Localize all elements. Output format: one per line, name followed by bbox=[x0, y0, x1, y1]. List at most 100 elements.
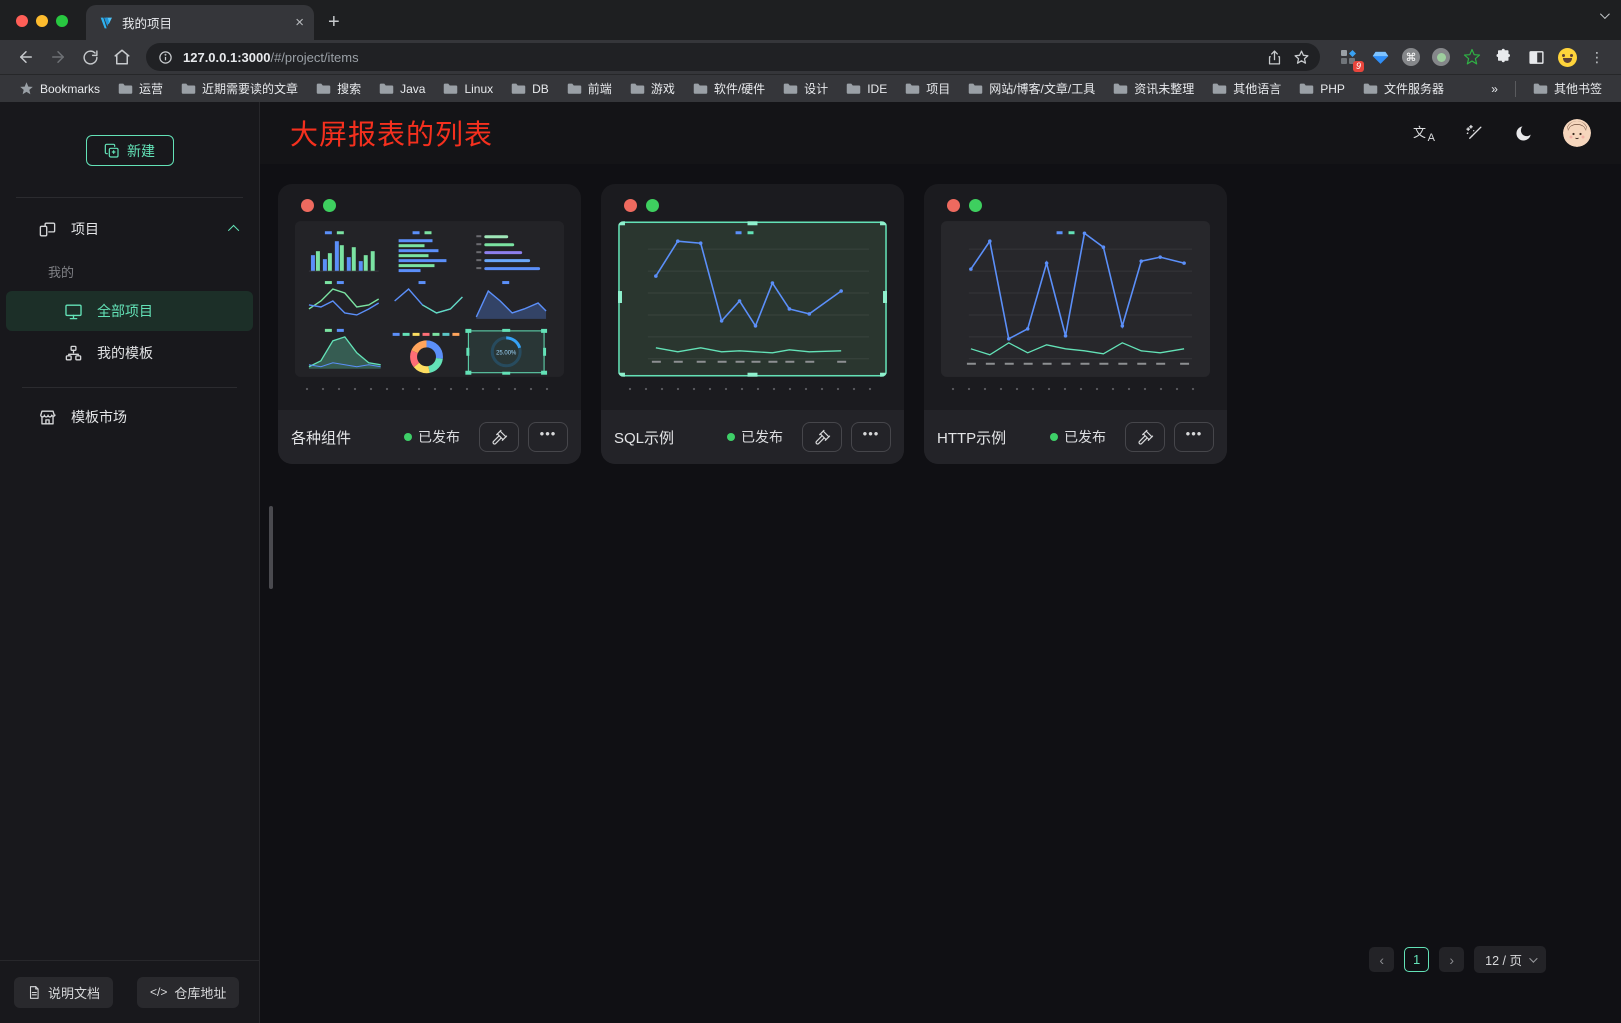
browser-tab[interactable]: 我的项目 × bbox=[86, 5, 314, 40]
page-size-select[interactable]: 12 / 页 bbox=[1474, 946, 1546, 973]
status-dot-icon bbox=[1050, 433, 1058, 441]
bookmark-folder[interactable]: 软件/硬件 bbox=[684, 80, 774, 97]
more-button[interactable]: ••• bbox=[528, 422, 568, 452]
share-icon[interactable] bbox=[1266, 49, 1283, 66]
bookmark-folder[interactable]: 前端 bbox=[558, 80, 621, 97]
edit-button[interactable] bbox=[1125, 422, 1165, 452]
bookmark-folder[interactable]: 网站/博客/文章/工具 bbox=[959, 80, 1104, 97]
new-tab-button[interactable]: + bbox=[328, 12, 340, 32]
minimize-window-icon[interactable] bbox=[36, 15, 48, 27]
project-card[interactable]: 25.00% 各种组件 已发布 ••• bbox=[278, 184, 581, 464]
language-toggle-icon[interactable]: 文A bbox=[1413, 123, 1435, 143]
bookmark-folder[interactable]: 近期需要读的文章 bbox=[172, 80, 307, 97]
main-area: 大屏报表的列表 文A bbox=[260, 102, 1621, 1023]
sidebar-item-my-templates[interactable]: 我的模板 bbox=[6, 333, 253, 373]
forward-button[interactable] bbox=[44, 43, 72, 71]
close-window-icon[interactable] bbox=[16, 15, 28, 27]
bookmark-folder[interactable]: 文件服务器 bbox=[1354, 80, 1453, 97]
hammer-icon bbox=[491, 429, 508, 446]
bookmark-folder[interactable]: DB bbox=[502, 82, 558, 96]
bookmark-label: 软件/硬件 bbox=[714, 80, 765, 97]
goview-favicon-icon bbox=[98, 15, 114, 31]
tab-close-icon[interactable]: × bbox=[295, 15, 304, 30]
folder-icon bbox=[1533, 82, 1548, 95]
project-thumbnail[interactable] bbox=[941, 221, 1210, 377]
bookmark-label: 近期需要读的文章 bbox=[202, 80, 298, 97]
puzzle-extensions-icon[interactable] bbox=[1494, 47, 1514, 67]
header-icons: 文A bbox=[1413, 119, 1591, 147]
app-header: 大屏报表的列表 文A bbox=[260, 102, 1621, 164]
docs-button[interactable]: 说明文档 bbox=[14, 977, 113, 1008]
command-extension-icon[interactable]: ⌘ bbox=[1402, 48, 1420, 66]
reload-button[interactable] bbox=[76, 43, 104, 71]
project-title: 各种组件 bbox=[291, 427, 351, 448]
window-controls[interactable] bbox=[0, 15, 86, 40]
edit-button[interactable] bbox=[802, 422, 842, 452]
folder-icon bbox=[181, 82, 196, 95]
bookmark-folder[interactable]: IDE bbox=[837, 82, 896, 96]
prev-page-button[interactable]: ‹ bbox=[1369, 947, 1394, 972]
bookmark-folder[interactable]: 搜索 bbox=[307, 80, 370, 97]
next-page-button[interactable]: › bbox=[1439, 947, 1464, 972]
bookmarks-manager[interactable]: Bookmarks bbox=[10, 81, 109, 96]
folder-icon bbox=[1113, 82, 1128, 95]
project-title: HTTP示例 bbox=[937, 427, 1006, 448]
new-project-button[interactable]: 新建 bbox=[86, 135, 174, 166]
sidebar-item-all-projects[interactable]: 全部项目 bbox=[6, 291, 253, 331]
sidebar-divider bbox=[16, 197, 243, 198]
edit-button[interactable] bbox=[479, 422, 519, 452]
tab-manager-extension-icon[interactable]: 9 bbox=[1338, 47, 1358, 67]
bookmark-label: 前端 bbox=[588, 80, 612, 97]
more-button[interactable]: ••• bbox=[1174, 422, 1214, 452]
bookmark-folder[interactable]: 资讯未整理 bbox=[1104, 80, 1203, 97]
project-card[interactable]: HTTP示例 已发布 ••• bbox=[924, 184, 1227, 464]
sidebar-group-projects[interactable]: 项目 bbox=[6, 208, 253, 250]
bookmark-folder[interactable]: 项目 bbox=[896, 80, 959, 97]
project-card[interactable]: SQL示例 已发布 ••• bbox=[601, 184, 904, 464]
bookmark-folder[interactable]: 其他语言 bbox=[1203, 80, 1290, 97]
bookmark-folder[interactable]: PHP bbox=[1290, 82, 1354, 96]
recorder-extension-icon[interactable] bbox=[1432, 48, 1450, 66]
dark-mode-moon-icon[interactable] bbox=[1514, 124, 1533, 143]
project-thumbnail[interactable]: 25.00% bbox=[295, 221, 564, 377]
collapse-chevron-icon[interactable] bbox=[228, 225, 239, 236]
more-button[interactable]: ••• bbox=[851, 422, 891, 452]
tab-search-chevron-icon[interactable] bbox=[1600, 9, 1610, 19]
gem-extension-icon[interactable] bbox=[1370, 47, 1390, 67]
bookmark-label: DB bbox=[532, 82, 549, 96]
back-button[interactable] bbox=[12, 43, 40, 71]
projects-content: 25.00% 各种组件 已发布 ••• bbox=[260, 164, 1621, 1023]
bookmark-star-icon[interactable] bbox=[1293, 49, 1310, 66]
new-project-label: 新建 bbox=[127, 141, 155, 161]
star-extension-icon[interactable] bbox=[1462, 47, 1482, 67]
sidebar-toggle-icon[interactable] bbox=[1526, 47, 1546, 67]
bookmark-folder[interactable]: Java bbox=[370, 82, 434, 96]
bookmark-label: PHP bbox=[1320, 82, 1345, 96]
bookmark-folder[interactable]: 运营 bbox=[109, 80, 172, 97]
folder-icon bbox=[316, 82, 331, 95]
browser-menu-icon[interactable]: ⋮ bbox=[1589, 49, 1605, 66]
project-thumbnail[interactable] bbox=[618, 221, 887, 377]
page-title: 大屏报表的列表 bbox=[290, 113, 493, 153]
theme-wand-icon[interactable] bbox=[1465, 124, 1484, 143]
sidebar-item-template-market[interactable]: 模板市场 bbox=[6, 396, 253, 438]
mine-section-label: 我的 bbox=[6, 262, 253, 281]
star-icon bbox=[19, 81, 34, 96]
bookmarks-overflow-button[interactable]: » bbox=[1482, 82, 1507, 96]
card-traffic-dots bbox=[941, 197, 1210, 212]
bookmark-folder[interactable]: 游戏 bbox=[621, 80, 684, 97]
current-page-button[interactable]: 1 bbox=[1404, 947, 1429, 972]
home-button[interactable] bbox=[108, 43, 136, 71]
site-info-icon[interactable] bbox=[158, 50, 173, 65]
maximize-window-icon[interactable] bbox=[56, 15, 68, 27]
bookmark-folder[interactable]: 设计 bbox=[774, 80, 837, 97]
repo-button[interactable]: </> 仓库地址 bbox=[137, 977, 239, 1008]
other-bookmarks-button[interactable]: 其他书签 bbox=[1524, 80, 1611, 97]
screens-icon bbox=[38, 220, 57, 239]
emoji-extension-icon[interactable] bbox=[1558, 48, 1577, 67]
user-avatar[interactable] bbox=[1563, 119, 1591, 147]
bookmark-folder[interactable]: Linux bbox=[434, 82, 502, 96]
address-bar[interactable]: 127.0.0.1:3000/#/project/items bbox=[146, 43, 1320, 71]
scrollbar-thumb[interactable] bbox=[269, 506, 273, 589]
copy-plus-icon bbox=[104, 143, 120, 159]
